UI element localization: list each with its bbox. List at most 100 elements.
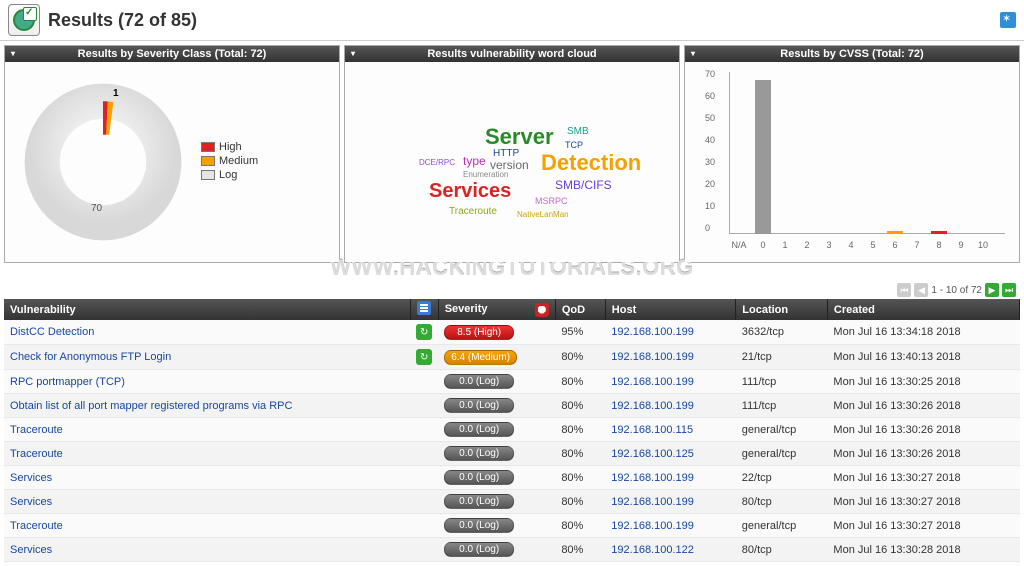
host-link[interactable]: 192.168.100.199 [611,376,694,388]
table-row: RPC portmapper (TCP) 0.0 (Log) 80% 192.168.… [4,370,1020,394]
panel-wordcloud-title: Results vulnerability word cloud [427,48,596,60]
vulnerability-link[interactable]: RPC portmapper (TCP) [10,376,125,388]
pager-first-button[interactable]: ⏮ [897,283,911,297]
th-vulnerability[interactable]: Vulnerability [4,299,410,320]
location-cell: 3632/tcp [736,320,828,345]
cloud-word: Services [429,180,511,203]
location-cell: general/tcp [736,514,828,538]
severity-badge: 0.0 (Log) [444,398,514,413]
severity-badge: 0.0 (Log) [444,422,514,437]
pager: ⏮ ◀ 1 - 10 of 72 ▶ ⏭ [0,281,1024,299]
qod-cell: 80% [555,370,605,394]
table-row: Traceroute0.0 (Log)80%192.168.100.115gen… [4,418,1020,442]
host-link[interactable]: 192.168.100.122 [611,544,694,556]
table-row: Traceroute0.0 (Log)80%192.168.100.125gen… [4,442,1020,466]
cloud-word: MSRPC [535,196,568,206]
severity-badge: 6.4 (Medium) [444,350,517,365]
th-host[interactable]: Host [605,299,735,320]
cloud-word: SMB/CIFS [555,178,612,192]
qod-cell: 80% [555,490,605,514]
location-cell: 21/tcp [736,345,828,370]
th-qod[interactable]: QoD [555,299,605,320]
created-cell: Mon Jul 16 13:30:26 2018 [827,418,1019,442]
chevron-down-icon[interactable]: ▾ [691,49,695,58]
table-row: Obtain list of all port mapper registere… [4,394,1020,418]
solution-icon[interactable]: ↻ [416,349,432,365]
cloud-word: Server [485,124,554,150]
cloud-word: Traceroute [449,206,497,217]
chevron-down-icon[interactable]: ▾ [351,49,355,58]
vulnerability-link[interactable]: Check for Anonymous FTP Login [10,351,171,363]
chevron-down-icon[interactable]: ▾ [11,49,15,58]
list-icon [417,301,431,315]
location-cell: 111/tcp [736,370,828,394]
vulnerability-link[interactable]: Services [10,496,52,508]
cloud-word: DCE/RPC [419,158,455,167]
th-location[interactable]: Location [736,299,828,320]
host-link[interactable]: 192.168.100.199 [611,326,694,338]
pager-next-button[interactable]: ▶ [985,283,999,297]
qod-cell: 80% [555,394,605,418]
severity-badge: 0.0 (Log) [444,542,514,557]
location-cell: general/tcp [736,418,828,442]
panel-severity-header[interactable]: ▾ Results by Severity Class (Total: 72) [5,46,339,62]
legend-swatch-high [201,142,215,152]
pager-prev-button[interactable]: ◀ [914,283,928,297]
vulnerability-link[interactable]: Services [10,544,52,556]
location-cell: 22/tcp [736,466,828,490]
table-row: Services 0.0 (Log) 80% 192.168.100.122 80/tc… [4,538,1020,562]
table-row: Traceroute0.0 (Log)80%192.168.100.199gen… [4,514,1020,538]
panel-severity-title: Results by Severity Class (Total: 72) [78,48,267,60]
legend-swatch-medium [201,156,215,166]
legend-log-label: Log [219,169,237,181]
severity-badge: 8.5 (High) [444,325,514,340]
created-cell: Mon Jul 16 13:30:25 2018 [827,370,1019,394]
host-link[interactable]: 192.168.100.199 [611,400,694,412]
host-link[interactable]: 192.168.100.199 [611,351,694,363]
panel-cvss-header[interactable]: ▾ Results by CVSS (Total: 72) [685,46,1019,62]
host-link[interactable]: 192.168.100.199 [611,496,694,508]
severity-legend: High Medium Log [201,141,258,183]
legend-swatch-log [201,170,215,180]
solution-icon[interactable]: ↻ [416,324,432,340]
qod-cell: 80% [555,514,605,538]
results-table: Vulnerability Severity QoD Host Location… [4,299,1020,562]
cloud-word: type [463,154,486,168]
created-cell: Mon Jul 16 13:34:18 2018 [827,320,1019,345]
cvss-bar-chart: 70 60 50 40 30 20 10 0 N/A 0 1 2 3 4 [685,62,1019,262]
location-cell: 80/tcp [736,538,828,562]
vulnerability-link[interactable]: Traceroute [10,424,63,436]
vulnerability-link[interactable]: Traceroute [10,448,63,460]
created-cell: Mon Jul 16 13:30:28 2018 [827,538,1019,562]
cloud-word: Enumeration [463,170,508,179]
donut-label-top: 1 [113,88,119,99]
created-cell: Mon Jul 16 13:30:26 2018 [827,442,1019,466]
table-row: Check for Anonymous FTP Login ↻ 6.4 (Mediu… [4,345,1020,370]
donut-label-log: 70 [91,203,102,214]
vulnerability-link[interactable]: Services [10,472,52,484]
vulnerability-link[interactable]: Traceroute [10,520,63,532]
vulnerability-link[interactable]: Obtain list of all port mapper registere… [10,400,292,412]
host-link[interactable]: 192.168.100.115 [611,424,693,436]
pager-last-button[interactable]: ⏭ [1002,283,1016,297]
th-severity[interactable]: Severity [438,299,555,320]
vulnerability-link[interactable]: DistCC Detection [10,326,94,338]
th-created[interactable]: Created [827,299,1019,320]
host-link[interactable]: 192.168.100.125 [611,448,694,460]
stop-sign-icon [535,303,549,317]
legend-high-label: High [219,141,242,153]
qod-cell: 80% [555,345,605,370]
panel-wordcloud-header[interactable]: ▾ Results vulnerability word cloud [345,46,679,62]
location-cell: 111/tcp [736,394,828,418]
legend-medium-label: Medium [219,155,258,167]
host-link[interactable]: 192.168.100.199 [611,472,694,484]
app-logo [8,4,40,36]
th-solution-icon[interactable] [410,299,438,320]
cvss-bar-6 [887,231,903,234]
qod-cell: 80% [555,538,605,562]
panel-severity: ▾ Results by Severity Class (Total: 72) [4,45,340,263]
host-link[interactable]: 192.168.100.199 [611,520,694,532]
pager-label: 1 - 10 of 72 [931,285,982,296]
wizard-icon[interactable] [1000,12,1016,28]
severity-badge: 0.0 (Log) [444,374,514,389]
